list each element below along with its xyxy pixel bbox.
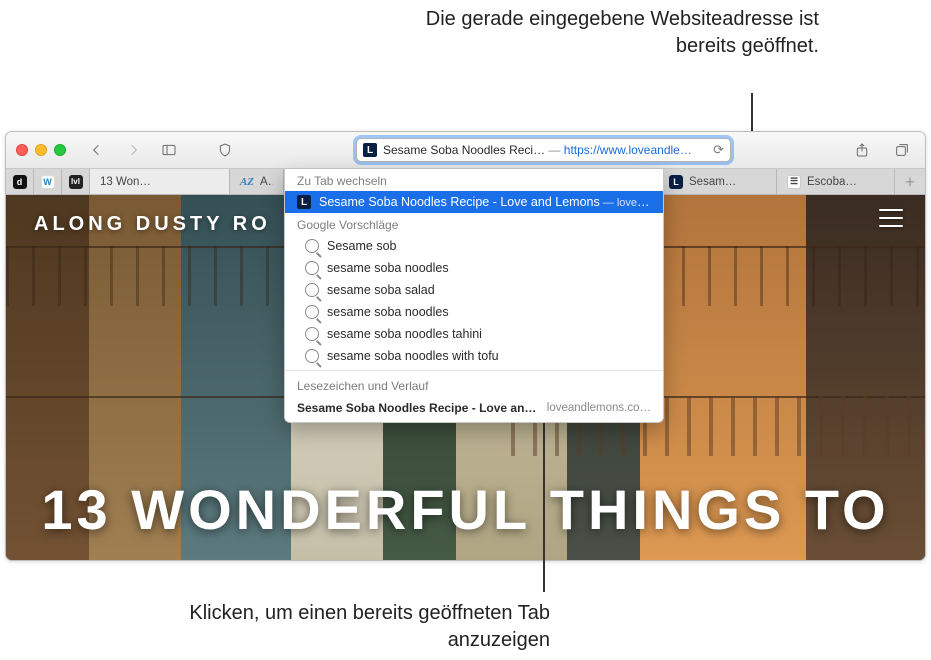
page-hero-title: 13 WONDERFUL THINGS TO [6,477,925,542]
search-icon [305,261,319,275]
search-icon [305,349,319,363]
dropdown-section-google: Google Vorschläge [285,213,663,235]
search-suggestion-item[interactable]: sesame soba noodles tahini [285,323,663,345]
tab-label: Escoba… [807,176,857,188]
tab-label: 13 Won… [100,176,151,188]
show-tabs-button[interactable] [889,138,915,162]
search-icon [305,305,319,319]
search-suggestion-item[interactable]: sesame soba noodles [285,301,663,323]
annotation-top: Die gerade eingegebene Websiteadresse is… [379,6,819,60]
search-icon [305,239,319,253]
reload-icon[interactable]: ⟳ [713,142,724,158]
tab-label: A… [260,176,273,188]
tab-item[interactable]: d [6,169,34,194]
tab-item[interactable]: ☰ Escoba… [777,169,895,194]
history-item-title: Sesame Soba Noodles Recipe - Love an… [297,401,537,415]
search-icon [305,283,319,297]
history-item[interactable]: Sesame Soba Noodles Recipe - Love an… lo… [285,396,663,422]
site-favicon-icon: L [297,195,311,209]
annotation-bottom: Klicken, um einen bereits geöffneten Tab… [170,600,550,654]
zoom-window-button[interactable] [54,144,66,156]
window-controls [16,144,66,156]
tab-item[interactable]: W [34,169,62,194]
search-suggestion-item[interactable]: sesame soba noodles with tofu [285,345,663,367]
search-suggestion-item[interactable]: Sesame sob [285,235,663,257]
site-logo-text: ALONG DUSTY RO [34,213,271,236]
new-tab-button[interactable]: ＋ [895,169,925,194]
tab-label: Sesam… [689,176,736,188]
close-window-button[interactable] [16,144,28,156]
tab-item[interactable]: lvl [62,169,90,194]
back-button[interactable] [84,138,110,162]
address-suggestions-dropdown: Zu Tab wechseln L Sesame Soba Noodles Re… [284,169,664,423]
sidebar-button[interactable] [156,138,182,162]
toolbar: L Sesame Soba Noodles Reci… — https://ww… [6,132,925,169]
search-icon [305,327,319,341]
search-suggestion-item[interactable]: sesame soba noodles [285,257,663,279]
share-button[interactable] [849,138,875,162]
site-favicon-icon: L [363,143,377,157]
dropdown-section-switch-tab: Zu Tab wechseln [285,169,663,191]
tab-item[interactable]: L Sesam… [659,169,777,194]
site-menu-button[interactable] [879,209,903,227]
forward-button[interactable] [120,138,146,162]
address-bar[interactable]: L Sesame Soba Noodles Reci… — https://ww… [356,138,731,162]
switch-tab-subtitle: — lovean… [600,195,651,209]
tab-item-active[interactable]: 13 Won… [90,169,230,194]
dropdown-section-history: Lesezeichen und Verlauf [285,374,663,396]
tab-item[interactable]: AZ A… [230,169,284,194]
switch-to-tab-item[interactable]: L Sesame Soba Noodles Recipe - Love and … [285,191,663,213]
minimize-window-button[interactable] [35,144,47,156]
address-bar-text: Sesame Soba Noodles Reci… — https://www.… [383,143,707,157]
search-suggestion-item[interactable]: sesame soba salad [285,279,663,301]
history-item-domain: loveandlemons.co… [547,402,651,414]
browser-window: L Sesame Soba Noodles Reci… — https://ww… [5,131,926,561]
privacy-report-button[interactable] [212,138,238,162]
switch-tab-title: Sesame Soba Noodles Recipe - Love and Le… [319,195,600,209]
